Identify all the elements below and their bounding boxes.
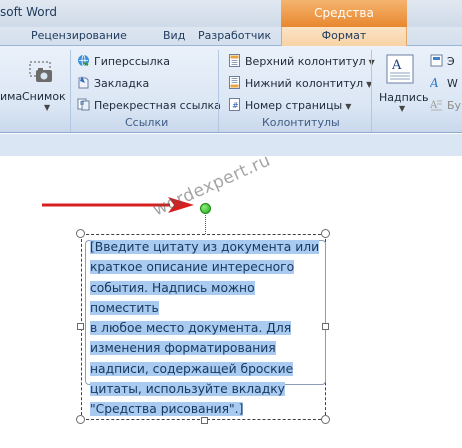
textbox-line: "Средства рисования".]	[90, 399, 326, 419]
bookmark-button[interactable]: Закладка	[77, 76, 149, 90]
cross-reference-button[interactable]: Перекрестная ссылка	[77, 98, 221, 112]
ribbon: има Снимок ▼ Гиперссылка Закладка Перекр…	[0, 46, 462, 133]
textbox-line-text: в любое место документа. Для	[90, 321, 292, 336]
textbox-icon: A	[386, 54, 414, 84]
footer-icon	[229, 76, 240, 89]
svg-text:#: #	[232, 101, 239, 110]
ruler-area	[0, 134, 462, 156]
chevron-down-icon: ▼	[399, 104, 406, 113]
textbox-label: Надпись	[379, 91, 429, 104]
tab-format[interactable]: Формат	[281, 27, 407, 46]
cross-reference-label: Перекрестная ссылка	[94, 99, 221, 112]
textbox-line-text: [Введите цитату из документа или	[90, 240, 320, 254]
textbox-line: в любое место документа. Для	[90, 318, 326, 338]
resize-handle-left[interactable]	[77, 323, 84, 330]
svg-text:A: A	[391, 58, 402, 73]
resize-handle-right[interactable]	[322, 323, 329, 330]
resize-handle-top-left[interactable]	[76, 229, 85, 238]
header-footer-group-label: Колонтитулы	[262, 116, 340, 129]
textbox-line-text: надписи, содержащей броские	[90, 361, 294, 376]
textbox-line-text: изменения форматирования	[90, 341, 276, 356]
title-bar: soft Word Средства рисования	[0, 0, 462, 47]
textbox-line: краткое описание интересного	[90, 257, 326, 277]
tab-developer[interactable]: Разработчик	[198, 29, 271, 42]
resize-handle-bottom-left[interactable]	[76, 415, 85, 424]
screenshot-button[interactable]: Снимок ▼	[22, 54, 66, 114]
links-group-label: Ссылки	[125, 116, 169, 129]
hyperlink-icon	[78, 54, 89, 67]
page-number-label: Номер страницы	[245, 99, 343, 112]
group-separator	[218, 50, 219, 132]
footer-button[interactable]: Нижний колонтитул ▼	[228, 76, 372, 90]
resize-handle-bottom[interactable]	[201, 417, 208, 424]
ribbon-tab-row: Рецензирование Вид Разработчик Формат	[0, 27, 462, 46]
textbox-line: события. Надпись можно поместить	[90, 278, 326, 319]
textbox-line-text: события. Надпись можно поместить	[90, 280, 255, 315]
quick-parts-label: Э	[447, 55, 455, 68]
header-icon	[229, 54, 240, 67]
textbox-line-text: краткое описание интересного	[90, 260, 295, 275]
tab-review[interactable]: Рецензирование	[31, 29, 127, 42]
cross-reference-icon	[77, 98, 90, 111]
textbox-line: [Введите цитату из документа или	[90, 237, 326, 257]
page-number-icon: #	[229, 98, 240, 111]
screenshot-icon	[29, 61, 52, 82]
page-number-button[interactable]: # Номер страницы ▼	[228, 98, 351, 112]
rotate-handle-connector	[205, 212, 206, 234]
drop-cap-button[interactable]: A Бу	[430, 98, 461, 112]
drop-cap-icon: A	[430, 100, 442, 111]
svg-text:A: A	[430, 76, 439, 89]
wordart-icon: A	[430, 76, 439, 89]
illustrations-partial-label[interactable]: има	[0, 90, 22, 103]
chevron-down-icon: ▼	[345, 102, 352, 111]
group-separator	[371, 50, 372, 132]
quick-parts-icon	[430, 54, 443, 67]
header-button[interactable]: Верхний колонтитул▼	[228, 54, 375, 68]
hyperlink-button[interactable]: Гиперссылка	[77, 54, 170, 68]
drop-cap-label: Бу	[447, 99, 462, 112]
textbox-line: надписи, содержащей броские	[90, 359, 326, 379]
drawing-tools-context-header: Средства рисования	[281, 0, 407, 47]
tab-view[interactable]: Вид	[163, 29, 185, 42]
wordart-button[interactable]: AW	[430, 76, 458, 90]
textbox-line-text: "Средства рисования".]	[90, 402, 244, 417]
screenshot-label: Снимок	[22, 90, 66, 103]
hyperlink-label: Гиперссылка	[94, 55, 170, 68]
textbox-line: изменения форматирования	[90, 338, 326, 358]
quick-parts-button[interactable]: Э	[430, 54, 455, 68]
svg-text:A: A	[430, 100, 438, 111]
textbox-button[interactable]: A Надпись ▼	[376, 52, 429, 114]
footer-label: Нижний колонтитул	[245, 77, 364, 90]
header-label: Верхний колонтитул	[245, 55, 366, 68]
window-title: soft Word	[0, 5, 57, 19]
textbox-line: цитаты, используйте вкладку	[90, 379, 326, 399]
wordart-label: W	[447, 77, 458, 90]
group-separator	[70, 50, 71, 132]
resize-handle-bottom-right[interactable]	[321, 415, 330, 424]
resize-handle-top-right[interactable]	[321, 229, 330, 238]
bookmark-icon	[78, 76, 89, 89]
textbox-line-text: цитаты, используйте вкладку	[90, 382, 285, 397]
textbox-content[interactable]: [Введите цитату из документа или краткое…	[90, 237, 326, 420]
chevron-down-icon: ▼	[44, 103, 51, 112]
rotate-handle[interactable]	[200, 203, 211, 214]
bookmark-label: Закладка	[94, 77, 150, 90]
